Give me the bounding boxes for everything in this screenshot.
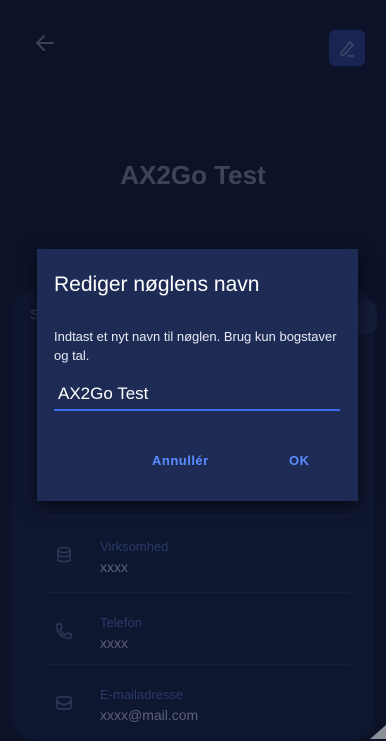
- detail-label: E-mailadresse: [100, 687, 184, 702]
- page-title: AX2Go Test: [120, 160, 266, 190]
- arrow-left-icon: [35, 35, 54, 51]
- dialog-title: Rediger nøglens navn: [54, 273, 260, 296]
- back-button[interactable]: [32, 30, 58, 56]
- detail-row-phone[interactable]: Telefon xxxx: [44, 592, 350, 669]
- database-icon: [44, 535, 84, 575]
- dialog-message: Indtast et nyt navn til nøglen. Brug kun…: [54, 329, 337, 363]
- rename-key-dialog: Rediger nøglens navn Indtast et nyt navn…: [37, 249, 358, 501]
- detail-value: xxxx@mail.com: [100, 707, 199, 723]
- resize-corner: [370, 725, 386, 739]
- detail-label: Telefon: [100, 615, 142, 630]
- detail-row-company[interactable]: Virksomhed xxxx: [44, 516, 350, 593]
- card-handle: [355, 300, 377, 334]
- phone-icon: [44, 611, 84, 651]
- ok-button[interactable]: OK: [289, 453, 310, 468]
- cancel-button[interactable]: Annullér: [152, 453, 209, 468]
- detail-row-email[interactable]: E-mailadresse xxxx@mail.com: [44, 664, 350, 741]
- pencil-icon: [340, 40, 355, 57]
- edit-name-button[interactable]: [329, 30, 365, 66]
- detail-value: xxxx: [100, 559, 128, 575]
- detail-label: Virksomhed: [100, 539, 169, 554]
- key-name-input[interactable]: [54, 379, 340, 411]
- detail-value: xxxx: [100, 635, 128, 651]
- mail-icon: [44, 683, 84, 723]
